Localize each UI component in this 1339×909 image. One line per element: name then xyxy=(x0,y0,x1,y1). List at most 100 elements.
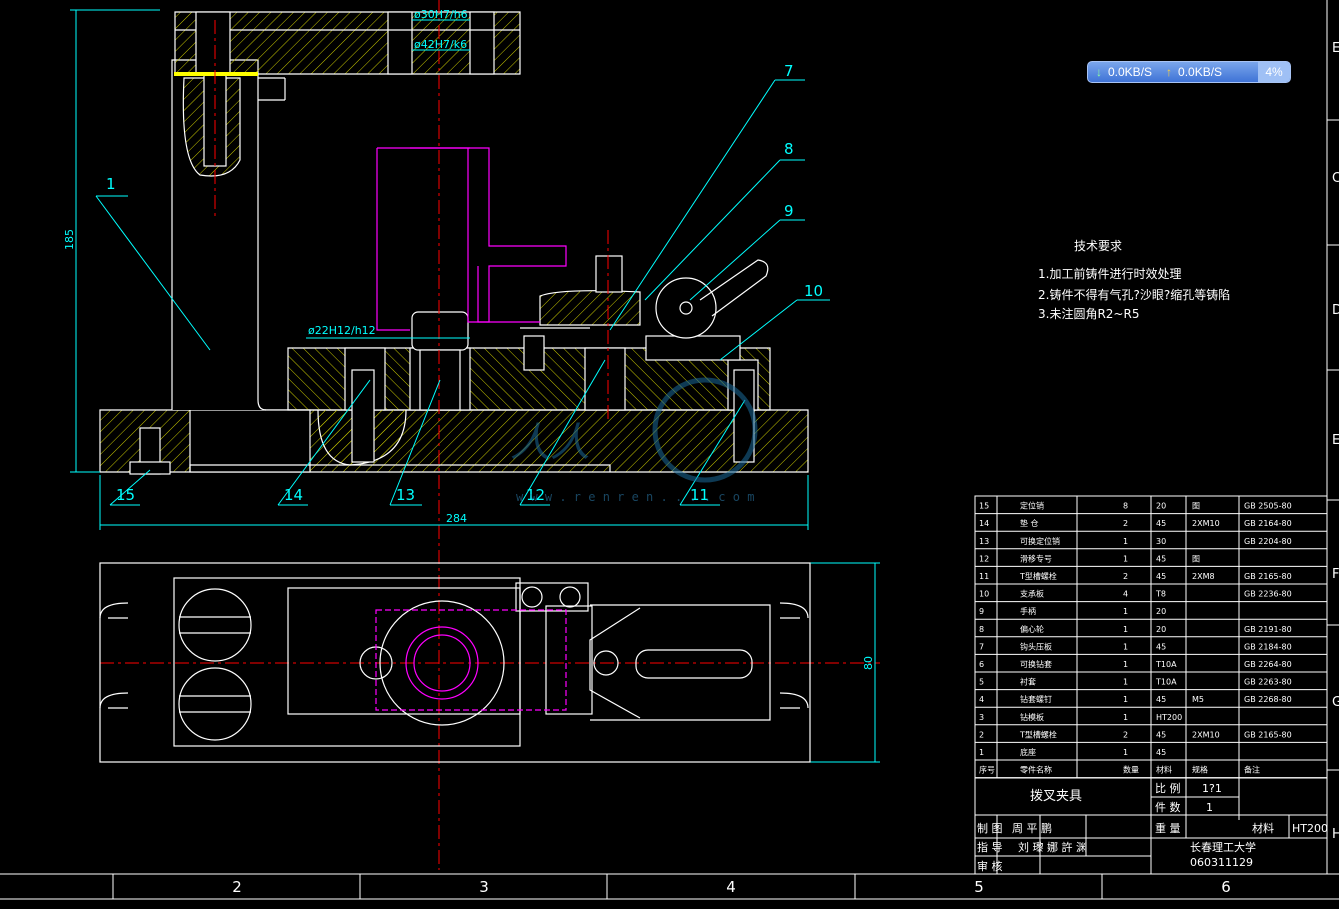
drawn-by: 周 平 鹏 xyxy=(1012,822,1052,835)
scale-value: 1?1 xyxy=(1202,782,1222,795)
bom-cell: 垫 仓 xyxy=(1020,518,1039,528)
zone-label: 4 xyxy=(726,878,736,896)
bom-cell: GB 2204-80 xyxy=(1244,537,1292,546)
zone-label: C xyxy=(1332,171,1339,186)
tech-title: 技术要求 xyxy=(1074,239,1122,253)
tech-item: 2.铸件不得有气孔?沙眼?缩孔等铸陷 xyxy=(1038,287,1230,302)
bom-cell: 3 xyxy=(979,713,984,722)
dim-fit-30: ø30H7/h6 xyxy=(414,8,468,21)
dim-width: 284 xyxy=(446,512,467,525)
guide-by: 刘 瓈 娜 許 渊 xyxy=(1018,840,1087,854)
bom-cell: 1 xyxy=(1123,748,1128,757)
balloon: 8 xyxy=(784,140,794,158)
bom-cell: 1 xyxy=(1123,625,1128,634)
bom-cell: 1 xyxy=(1123,695,1128,704)
tech-item: 3.未注圆角R2~R5 xyxy=(1038,306,1139,321)
zone-label: G xyxy=(1332,695,1339,710)
bom-cell: 零件名称 xyxy=(1020,765,1052,775)
bom-cell: GB 2191-80 xyxy=(1244,625,1292,634)
balloon: 14 xyxy=(284,486,303,504)
bom-cell: 45 xyxy=(1156,554,1166,563)
bom-cell: 2XM10 xyxy=(1192,730,1220,739)
bom-cell: GB 2505-80 xyxy=(1244,502,1292,511)
bom-cell: 4 xyxy=(1123,590,1128,599)
zone-label: 5 xyxy=(974,878,984,896)
bom-cell: 序号 xyxy=(979,765,995,775)
bom-cell: 1 xyxy=(1123,607,1128,616)
qty-value: 1 xyxy=(1206,801,1213,814)
bom-cell: 2 xyxy=(1123,519,1128,528)
bom-cell: 45 xyxy=(1156,642,1166,651)
bom-cell: GB 2164-80 xyxy=(1244,519,1292,528)
upload-speed: 0.0KB/S xyxy=(1178,65,1223,79)
bom-cell: 1 xyxy=(1123,554,1128,563)
balloon: 15 xyxy=(116,486,135,504)
bom-cell: 45 xyxy=(1156,730,1166,739)
bom-cell: 45 xyxy=(1156,695,1166,704)
bom-cell: 15 xyxy=(979,502,989,511)
bom-cell: 20 xyxy=(1156,625,1166,634)
zone-label: 6 xyxy=(1221,878,1231,896)
network-speed-widget[interactable]: ↓ 0.0KB/S ↑ 0.0KB/S 4% xyxy=(1087,61,1291,83)
bom-cell: 1 xyxy=(979,748,984,757)
title-block: 拨叉夹具 比 例 1?1 件 数 1 重 量 材料 HT200 制 图 周 平 … xyxy=(977,781,1328,873)
bom-cell: 14 xyxy=(979,519,989,528)
bom-cell: 6 xyxy=(979,660,984,669)
bom-cell: 2 xyxy=(1123,730,1128,739)
bom-cell: 钻套螺钉 xyxy=(1020,694,1052,704)
watermark-url: w w w . r e n r e n . . . . c o m xyxy=(516,490,754,504)
bom-cell: 定位销 xyxy=(1020,501,1044,511)
bom-cell: 4 xyxy=(979,695,984,704)
bom-cell: 可换钻套 xyxy=(1020,659,1052,669)
bom-cell: GB 2263-80 xyxy=(1244,678,1292,687)
bom-cell: GB 2236-80 xyxy=(1244,590,1292,599)
bom-cell: GB 2165-80 xyxy=(1244,572,1292,581)
zone-label: H xyxy=(1332,827,1339,842)
bom-text: 15 定位销 8 20 图 GB 2505-8014 垫 仓 2 45 2XM10 GB 2164-… xyxy=(979,501,1292,775)
material-value: HT200 xyxy=(1292,822,1328,835)
bom-cell: T10A xyxy=(1155,678,1177,687)
balloon: 10 xyxy=(804,282,823,300)
scale-label: 比 例 xyxy=(1155,781,1181,795)
zone-label: D xyxy=(1332,303,1339,318)
part-name: 拨叉夹具 xyxy=(1030,789,1082,804)
bom-cell: 图 xyxy=(1192,554,1200,563)
balloon: 9 xyxy=(784,202,794,220)
bom-cell: 2 xyxy=(979,730,984,739)
download-speed: 0.0KB/S xyxy=(1108,65,1153,79)
zone-labels-bottom: 2 3 4 5 6 xyxy=(232,878,1231,896)
bom-cell: T型槽螺栓 xyxy=(1019,729,1057,739)
zone-label: F xyxy=(1332,567,1339,582)
bom-cell: 钻模板 xyxy=(1020,712,1044,722)
bom-cell: 材料 xyxy=(1156,765,1172,775)
bom-cell: 11 xyxy=(979,572,989,581)
tech-requirements: 技术要求 1.加工前铸件进行时效处理 2.铸件不得有气孔?沙眼?缩孔等铸陷 3.… xyxy=(1038,239,1230,321)
bom-cell: T10A xyxy=(1155,660,1177,669)
bom-cell: 手柄 xyxy=(1020,606,1036,616)
bom-cell: T型槽螺栓 xyxy=(1019,571,1057,581)
weight-label: 重 量 xyxy=(1155,821,1181,835)
bom-cell: 底座 xyxy=(1020,747,1036,757)
dim-fit-42: ø42H7/k6 xyxy=(414,38,467,51)
bom-cell: 数量 xyxy=(1123,765,1139,775)
student-code: 060311129 xyxy=(1190,856,1253,869)
bom-cell: HT200 xyxy=(1156,713,1182,722)
bom-cell: 偏心轮 xyxy=(1020,624,1044,634)
dim-fit-22: ø22H12/h12 xyxy=(308,324,376,337)
bom-cell: 支承板 xyxy=(1020,589,1044,599)
bom-cell: 13 xyxy=(979,537,989,546)
bom-cell: GB 2268-80 xyxy=(1244,695,1292,704)
upload-arrow-icon: ↑ xyxy=(1166,65,1173,79)
bom-cell: 10 xyxy=(979,590,989,599)
bom-cell: 1 xyxy=(1123,537,1128,546)
bom-cell: 1 xyxy=(1123,660,1128,669)
bom-cell: GB 2165-80 xyxy=(1244,730,1292,739)
bom-cell: 2 xyxy=(1123,572,1128,581)
zone-label: E xyxy=(1332,433,1339,448)
bom-cell: 45 xyxy=(1156,572,1166,581)
bom-cell: 45 xyxy=(1156,748,1166,757)
school-name: 长春理工大学 xyxy=(1190,840,1256,854)
material-label: 材料 xyxy=(1252,821,1274,835)
cpu-percent: 4% xyxy=(1258,62,1290,82)
bom-cell: 钩头压板 xyxy=(1020,641,1052,651)
